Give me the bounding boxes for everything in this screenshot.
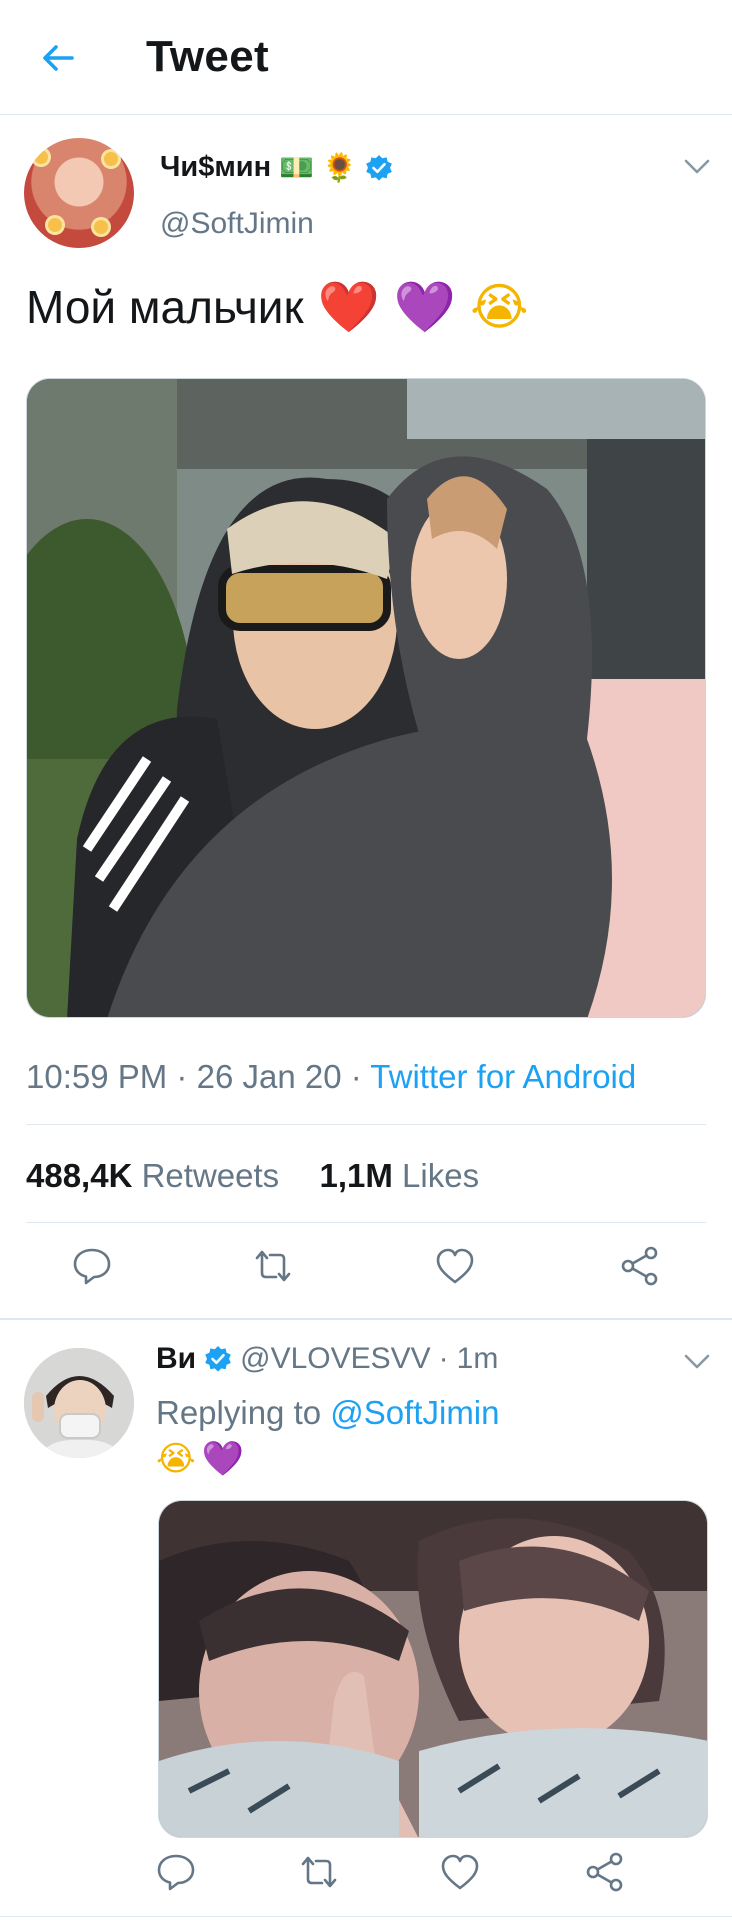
reply-icon[interactable] xyxy=(154,1850,198,1894)
flower-decoration xyxy=(104,152,118,166)
tweet-action-bar xyxy=(0,1244,732,1304)
crying-face-emoji: 😭 xyxy=(470,278,529,336)
sunflower-emoji: 🌻 xyxy=(322,150,357,184)
reply-icon[interactable] xyxy=(70,1244,114,1288)
meta-separator: · xyxy=(438,1342,449,1375)
reply-photo-illustration xyxy=(159,1501,707,1837)
tweet-date: 26 Jan 20 xyxy=(196,1058,342,1095)
reply-header: Ви @VLOVESVV · 1m xyxy=(156,1342,498,1376)
share-icon[interactable] xyxy=(618,1244,662,1288)
page-title: Tweet xyxy=(146,32,269,81)
divider xyxy=(26,1222,706,1223)
like-icon[interactable] xyxy=(433,1244,477,1288)
divider xyxy=(26,1124,706,1125)
purple-heart-emoji: 💜 xyxy=(393,278,457,336)
reply-avatar[interactable] xyxy=(24,1348,134,1458)
tweet-text: Мой мальчик ❤️ 💜 😭 xyxy=(26,280,529,334)
verified-badge-icon xyxy=(366,154,392,181)
flower-decoration xyxy=(94,220,108,234)
chevron-down-icon[interactable] xyxy=(682,157,712,177)
tweet-header: Чи$мин 💵 🌻 @SoftJimin xyxy=(0,115,732,265)
avatar[interactable] xyxy=(24,138,134,248)
reply-avatar-illustration xyxy=(24,1348,134,1458)
tweet-source-link[interactable]: Twitter for Android xyxy=(370,1058,636,1095)
retweets-label: Retweets xyxy=(141,1157,280,1194)
flower-decoration xyxy=(48,218,62,232)
tweet-time: 10:59 PM xyxy=(26,1058,168,1095)
verified-badge-icon xyxy=(205,1346,231,1372)
retweet-icon[interactable] xyxy=(297,1850,341,1894)
replying-to: Replying to @SoftJimin xyxy=(156,1394,500,1432)
tweet-photo[interactable] xyxy=(26,378,706,1018)
likes-stat[interactable]: 1,1M Likes xyxy=(320,1157,480,1194)
like-icon[interactable] xyxy=(438,1850,482,1894)
top-bar: Tweet xyxy=(0,0,732,115)
likes-label: Likes xyxy=(402,1157,480,1194)
author-handle[interactable]: @SoftJimin xyxy=(160,207,314,241)
author-name-row[interactable]: Чи$мин 💵 🌻 xyxy=(160,151,393,184)
chevron-down-icon[interactable] xyxy=(682,1352,712,1372)
replying-to-handle[interactable]: @SoftJimin xyxy=(330,1394,499,1431)
retweet-icon[interactable] xyxy=(251,1244,295,1288)
tweet-meta: 10:59 PM · 26 Jan 20 · Twitter for Andro… xyxy=(26,1058,636,1096)
meta-separator: · xyxy=(350,1058,371,1095)
reply-text: 😭 💜 xyxy=(156,1442,244,1476)
flower-decoration xyxy=(34,150,48,164)
author-display-name: Чи$мин xyxy=(160,151,272,183)
reply-photo[interactable] xyxy=(158,1500,708,1838)
tweet-stats: 488,4K Retweets 1,1M Likes xyxy=(26,1157,479,1195)
money-emoji: 💵 xyxy=(279,150,315,184)
likes-count: 1,1M xyxy=(319,1157,393,1194)
reply-action-bar xyxy=(0,1850,732,1910)
section-separator xyxy=(0,1318,732,1320)
reply-author-name[interactable]: Ви xyxy=(156,1342,196,1376)
reply-author-handle[interactable]: @VLOVESVV xyxy=(240,1342,431,1376)
retweets-count: 488,4K xyxy=(26,1157,133,1194)
arrow-left-icon[interactable] xyxy=(36,36,80,80)
meta-separator: · xyxy=(176,1058,197,1095)
retweets-stat[interactable]: 488,4K Retweets xyxy=(26,1157,279,1194)
purple-heart-emoji: 💜 xyxy=(201,1439,245,1479)
reply-time: 1m xyxy=(456,1342,499,1375)
tweet-body: Мой мальчик xyxy=(26,281,304,333)
red-heart-emoji: ❤️ xyxy=(317,278,380,336)
photo-illustration xyxy=(27,379,705,1017)
replying-to-label: Replying to xyxy=(156,1394,322,1431)
crying-face-emoji: 😭 xyxy=(156,1439,196,1479)
divider xyxy=(0,1916,732,1917)
share-icon[interactable] xyxy=(583,1850,627,1894)
